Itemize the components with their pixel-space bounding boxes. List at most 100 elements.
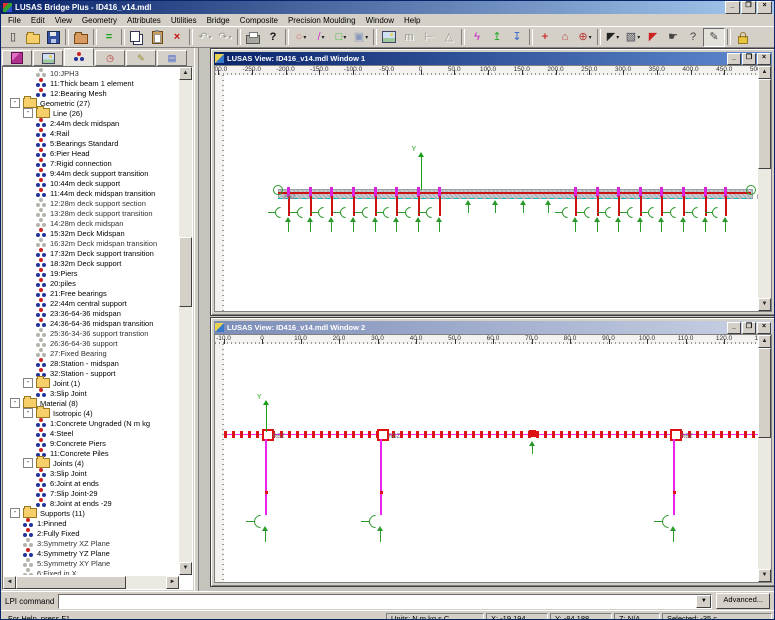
loading-tool-button[interactable]: △ [439, 29, 459, 46]
menu-item-bridge[interactable]: Bridge [202, 15, 235, 26]
collapse-icon[interactable]: - [23, 378, 33, 388]
tree-folder-row[interactable]: -Line (26) [4, 108, 178, 118]
tree-item-row[interactable]: 24:36-64-36 midspan transition [4, 318, 178, 328]
view2-title-bar[interactable]: LUSAS View: ID416_v14.mdl Window 2 _ ❐ × [214, 321, 772, 334]
scroll-up-icon[interactable]: ▲ [758, 66, 771, 79]
advanced-button[interactable]: Advanced... [716, 593, 770, 609]
tree-hscroll-thumb[interactable] [16, 576, 126, 589]
contours-toggle-button[interactable]: ↥ [487, 29, 507, 46]
view1-restore-button[interactable]: ❐ [742, 53, 756, 65]
menu-item-composite[interactable]: Composite [235, 15, 283, 26]
tree-item-row[interactable]: 20:piles [4, 278, 178, 288]
paste-button[interactable] [147, 29, 167, 46]
dynamic-pan-button[interactable]: + [535, 29, 555, 46]
delete-button[interactable]: × [167, 29, 187, 46]
tree-item-row[interactable]: 2:44m deck midspan [4, 118, 178, 128]
tree-horizontal-scrollbar[interactable]: ◄ ► [3, 576, 179, 589]
lpi-command-input[interactable] [59, 595, 696, 608]
tree-item-row[interactable]: 26:36-64-36 support [4, 338, 178, 348]
collapse-icon[interactable]: - [10, 98, 20, 108]
tree-vertical-scrollbar[interactable]: ▲ ▼ [179, 67, 192, 575]
deselect-cursor-button[interactable]: ◤ [643, 29, 663, 46]
tree-folder-row[interactable]: -Joint (1) [4, 378, 178, 388]
collapse-icon[interactable]: - [23, 408, 33, 418]
tree-item-row[interactable]: 19:Piers [4, 268, 178, 278]
scroll-right-icon[interactable]: ► [166, 576, 179, 589]
maximize-button[interactable]: ❐ [741, 1, 756, 14]
tree-item-row[interactable]: 6:Pier Head [4, 148, 178, 158]
menu-item-help[interactable]: Help [399, 15, 425, 26]
collapse-icon[interactable]: - [10, 508, 20, 518]
tree-item-row[interactable]: 27:Fixed Bearing [4, 348, 178, 358]
view2-vscroll-thumb[interactable] [758, 348, 771, 438]
tree-item-row[interactable]: 3:Symmetry XZ Plane [4, 538, 178, 548]
groups-tab[interactable] [33, 50, 63, 66]
tree-vscroll-thumb[interactable] [179, 237, 192, 307]
view1-model-canvas[interactable]: FRZFRZY [224, 75, 758, 311]
chevron-down-icon[interactable]: ▾ [229, 34, 232, 41]
chevron-down-icon[interactable]: ▾ [589, 34, 592, 41]
tree-item-row[interactable]: 18:32m Deck support [4, 258, 178, 268]
menu-item-file[interactable]: File [3, 15, 26, 26]
home-view-button[interactable]: ⌂ [555, 29, 575, 46]
insert-image-button[interactable] [379, 29, 399, 46]
tree-folder-row[interactable]: -Supports (11) [4, 508, 178, 518]
scroll-up-icon[interactable]: ▲ [758, 335, 771, 348]
tree-item-row[interactable]: 14:28m deck midspan [4, 218, 178, 228]
edit-cursor-button[interactable]: ✎ [703, 28, 725, 47]
save-file-button[interactable] [43, 29, 63, 46]
scroll-down-icon[interactable]: ▼ [758, 569, 771, 582]
open-file-button[interactable] [23, 29, 43, 46]
tree-item-row[interactable]: 11:Thick beam 1 element [4, 78, 178, 88]
tree-item-row[interactable]: 9:Concrete Piers [4, 438, 178, 448]
view1-vertical-scrollbar[interactable]: ▲ ▼ [758, 66, 771, 311]
close-button[interactable]: × [757, 1, 772, 14]
tree-item-row[interactable]: 10:JPH3 [4, 68, 178, 78]
pan-cursor-button[interactable]: ☛ [663, 29, 683, 46]
tree-item-row[interactable]: 22:44m central support [4, 298, 178, 308]
tree-item-row[interactable]: 1:Pinned [4, 518, 178, 528]
tree-item-row[interactable]: 4:Steel [4, 428, 178, 438]
tree-item-row[interactable]: 3:Slip Joint [4, 468, 178, 478]
tree-item-row[interactable]: 15:32m Deck Midspan [4, 228, 178, 238]
menu-item-edit[interactable]: Edit [26, 15, 50, 26]
menu-item-view[interactable]: View [50, 15, 77, 26]
tree-item-row[interactable]: 4:Rail [4, 128, 178, 138]
menu-item-precision-moulding[interactable]: Precision Moulding [283, 15, 361, 26]
tree-item-row[interactable]: 17:32m Deck support transition [4, 248, 178, 258]
tree-item-row[interactable]: 28:Station - midspan [4, 358, 178, 368]
chevron-down-icon[interactable]: ▾ [365, 34, 368, 41]
tree-item-row[interactable]: 23:36-64-36 midspan [4, 308, 178, 318]
new-file-button[interactable]: ▯ [3, 29, 23, 46]
chevron-down-icon[interactable]: ▾ [343, 34, 346, 41]
open-model-button[interactable] [71, 29, 91, 46]
copy-button[interactable] [127, 29, 147, 46]
lock-toggle-button[interactable] [733, 29, 753, 46]
select-cursor-button[interactable]: ◤▾ [603, 29, 623, 46]
view1-minimize-button[interactable]: _ [727, 53, 741, 65]
chevron-down-icon[interactable]: ▾ [616, 34, 619, 41]
undo-button[interactable]: ↶▾ [195, 29, 215, 46]
query-cursor-button[interactable]: ? [683, 29, 703, 46]
select-box-button[interactable]: ▧▾ [623, 29, 643, 46]
tree-item-row[interactable]: 21:Free bearings [4, 288, 178, 298]
chevron-down-icon[interactable]: ▼ [696, 595, 711, 608]
tree-item-row[interactable]: 9:44m deck support transition [4, 168, 178, 178]
tree-item-row[interactable]: 5:Bearings Standard [4, 138, 178, 148]
menu-item-attributes[interactable]: Attributes [122, 15, 166, 26]
analyses-tab[interactable]: ◷ [95, 50, 125, 66]
tree-item-row[interactable]: 2:Fully Fixed [4, 528, 178, 538]
mesh-tool-button[interactable]: m [399, 29, 419, 46]
point-tool-button[interactable]: ○▾ [291, 29, 311, 46]
view1-title-bar[interactable]: LUSAS View: ID416_v14.mdl Window 1 _ ❐ × [214, 52, 772, 65]
tree-item-row[interactable]: 7:Slip Joint-29 [4, 488, 178, 498]
menu-item-geometry[interactable]: Geometry [77, 15, 122, 26]
view2-vertical-scrollbar[interactable]: ▲ ▼ [758, 335, 771, 582]
layers-tab[interactable] [2, 50, 32, 66]
tree-folder-row[interactable]: -Material (8) [4, 398, 178, 408]
menu-item-utilities[interactable]: Utilities [166, 15, 202, 26]
chevron-down-icon[interactable]: ▾ [322, 34, 325, 41]
utilities-tab[interactable]: ✎ [126, 50, 156, 66]
chevron-down-icon[interactable]: ▾ [209, 34, 212, 41]
tree-item-row[interactable]: 4:Symmetry YZ Plane [4, 548, 178, 558]
